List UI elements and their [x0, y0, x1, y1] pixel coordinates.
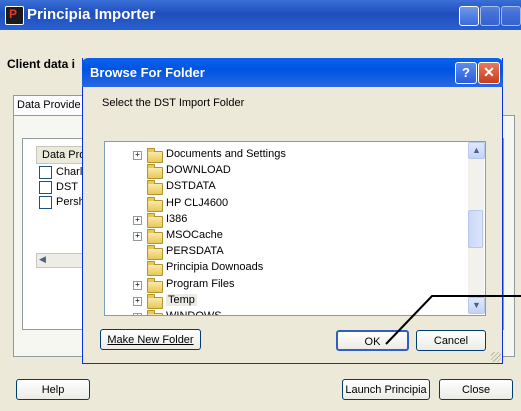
main-title-bar: Principia Importer [0, 0, 521, 30]
folder-tree-item[interactable]: + Documents and Settings [105, 147, 465, 163]
ok-button[interactable]: OK [336, 330, 409, 351]
folder-tree-item[interactable]: + Temp [105, 293, 465, 309]
expand-plus-icon[interactable]: + [133, 296, 142, 306]
provider-label-1: DST [56, 181, 78, 193]
provider-label-0: Charl [56, 166, 83, 178]
folder-label: HP CLJ4600 [166, 196, 229, 209]
make-new-folder-label: Make New Folder [107, 334, 194, 346]
cancel-button[interactable]: Cancel [416, 330, 486, 351]
folder-icon [147, 310, 163, 315]
folder-icon [147, 196, 163, 212]
folder-label: Temp [166, 293, 197, 306]
folder-icon [147, 148, 163, 163]
expand-plus-icon[interactable]: + [133, 280, 142, 290]
expand-plus-icon[interactable]: + [133, 151, 142, 160]
client-data-label: Client data i [7, 57, 76, 71]
provider-checkbox-0[interactable] [39, 166, 52, 179]
help-button[interactable]: Help [16, 379, 90, 400]
folder-tree-item[interactable]: DSTDATA [105, 179, 465, 196]
folder-tree-item[interactable]: + WINDOWS [105, 309, 465, 316]
folder-label: MSOCache [166, 229, 223, 241]
launch-principia-button[interactable]: Launch Principia [342, 379, 430, 400]
scroll-up-arrow-icon[interactable]: ▲ [468, 142, 485, 159]
folder-tree-item[interactable]: + Program Files [105, 277, 465, 293]
folder-tree-item[interactable]: Principia Downoads [105, 260, 465, 277]
expand-plus-icon[interactable]: + [133, 232, 142, 241]
folder-label: Principia Downoads [166, 261, 264, 274]
principia-app-icon [5, 6, 24, 25]
provider-checkbox-2[interactable] [39, 196, 52, 209]
folder-label: DSTDATA [166, 180, 216, 193]
main-close-button[interactable] [501, 6, 521, 26]
folder-icon [147, 212, 163, 228]
tree-vertical-scrollbar[interactable]: ▲ ▼ [468, 142, 485, 314]
dialog-title-bar: Browse For Folder ? ✕ [82, 58, 503, 87]
folder-tree-item[interactable]: PERSDATA [105, 244, 465, 261]
folder-label: PERSDATA [166, 245, 224, 258]
dialog-prompt: Select the DST Import Folder [102, 97, 245, 109]
folder-label: WINDOWS [166, 310, 222, 316]
dialog-title: Browse For Folder [90, 65, 205, 80]
folder-tree-item[interactable]: + I386 [105, 212, 465, 228]
scroll-left-arrow-icon[interactable]: ◀ [39, 254, 46, 265]
folder-icon [147, 261, 163, 277]
folder-icon [147, 293, 163, 309]
dialog-help-button[interactable]: ? [455, 62, 477, 84]
folder-label: Documents and Settings [166, 148, 286, 160]
folder-icon [147, 180, 163, 196]
make-new-folder-button[interactable]: Make New Folder [100, 329, 201, 350]
folder-icon [147, 164, 163, 180]
folder-tree-item[interactable]: HP CLJ4600 [105, 196, 465, 212]
provider-label-2: Persh [56, 196, 85, 208]
folder-icon [147, 245, 163, 261]
expand-plus-icon[interactable]: + [133, 313, 142, 315]
folder-icon [147, 277, 163, 293]
folder-tree[interactable]: + Documents and Settings DOWNLOAD DSTDATA HP… [104, 141, 486, 316]
folder-label: Program Files [166, 277, 235, 290]
minimize-button[interactable] [459, 6, 479, 26]
folder-label: DOWNLOAD [166, 164, 231, 177]
maximize-button[interactable] [480, 6, 500, 26]
dialog-close-icon[interactable]: ✕ [478, 62, 500, 84]
main-window-title: Principia Importer [27, 6, 156, 23]
resize-grip[interactable] [491, 352, 501, 362]
provider-checkbox-1[interactable] [39, 181, 52, 194]
folder-tree-item[interactable]: DOWNLOAD [105, 163, 465, 180]
expand-plus-icon[interactable]: + [133, 215, 142, 225]
main-close-action-button[interactable]: Close [439, 379, 513, 400]
scroll-thumb[interactable] [468, 210, 483, 248]
folder-label: I386 [166, 212, 188, 225]
folder-tree-item[interactable]: + MSOCache [105, 228, 465, 244]
folder-icon [147, 229, 163, 244]
scroll-down-arrow-icon[interactable]: ▼ [468, 297, 485, 314]
